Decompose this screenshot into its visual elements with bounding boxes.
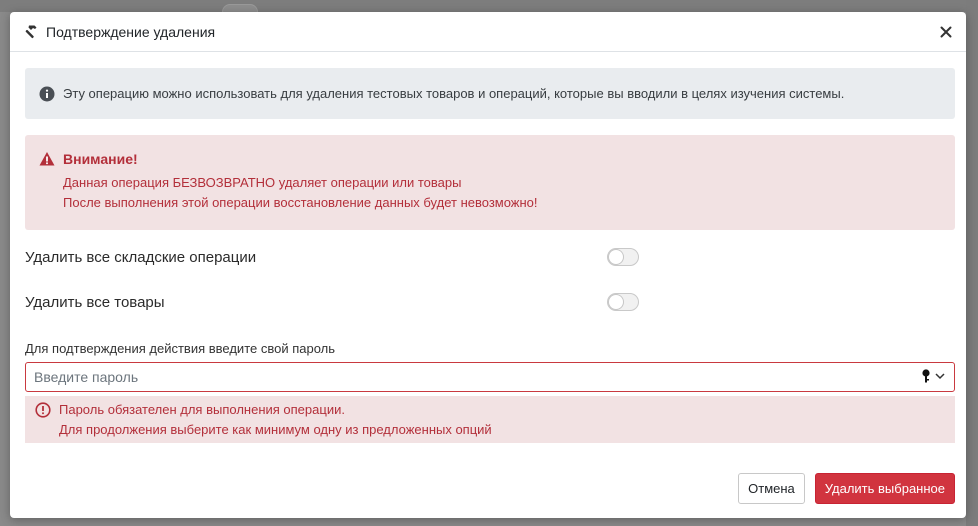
modal-header: Подтверждение удаления — [10, 12, 966, 52]
warning-line: После выполнения этой операции восстанов… — [63, 195, 538, 210]
cancel-button[interactable]: Отмена — [738, 473, 805, 504]
password-label: Для подтверждения действия введите свой … — [25, 341, 336, 356]
info-text: Эту операцию можно использовать для удал… — [63, 86, 845, 101]
delete-operations-toggle[interactable] — [607, 248, 639, 266]
warning-triangle-icon — [39, 151, 55, 167]
info-alert: Эту операцию можно использовать для удал… — [25, 68, 955, 119]
warning-title: Внимание! — [63, 151, 138, 167]
password-input[interactable] — [34, 369, 920, 385]
modal-footer: Отмена Удалить выбранное — [738, 473, 955, 504]
key-icon[interactable] — [920, 368, 932, 386]
modal-title: Подтверждение удаления — [46, 23, 216, 40]
option-label: Удалить все товары — [25, 293, 165, 311]
hammer-icon — [22, 24, 38, 40]
error-text: Для продолжения выберите как минимум одн… — [59, 422, 492, 437]
password-field — [25, 362, 955, 392]
exclamation-circle-icon — [35, 402, 51, 418]
delete-selected-button[interactable]: Удалить выбранное — [814, 473, 955, 504]
delete-confirmation-modal: Подтверждение удаления Эту операцию можн… — [10, 12, 966, 518]
info-circle-icon — [39, 86, 55, 102]
option-delete-operations: Удалить все складские операции — [25, 246, 639, 268]
error-text: Пароль обязателен для выполнения операци… — [59, 402, 345, 417]
chevron-down-icon[interactable] — [934, 369, 946, 385]
toggle-knob — [609, 250, 623, 264]
validation-errors: Пароль обязателен для выполнения операци… — [25, 396, 955, 443]
toggle-knob — [609, 295, 623, 309]
backdrop-top — [0, 0, 978, 20]
warning-line: Данная операция БЕЗВОЗВРАТНО удаляет опе… — [63, 175, 462, 190]
option-delete-products: Удалить все товары — [25, 291, 639, 313]
backdrop-right — [966, 0, 978, 526]
warning-alert: Внимание! Данная операция БЕЗВОЗВРАТНО у… — [25, 135, 955, 230]
option-label: Удалить все складские операции — [25, 248, 257, 266]
close-icon[interactable] — [938, 24, 954, 40]
delete-products-toggle[interactable] — [607, 293, 639, 311]
